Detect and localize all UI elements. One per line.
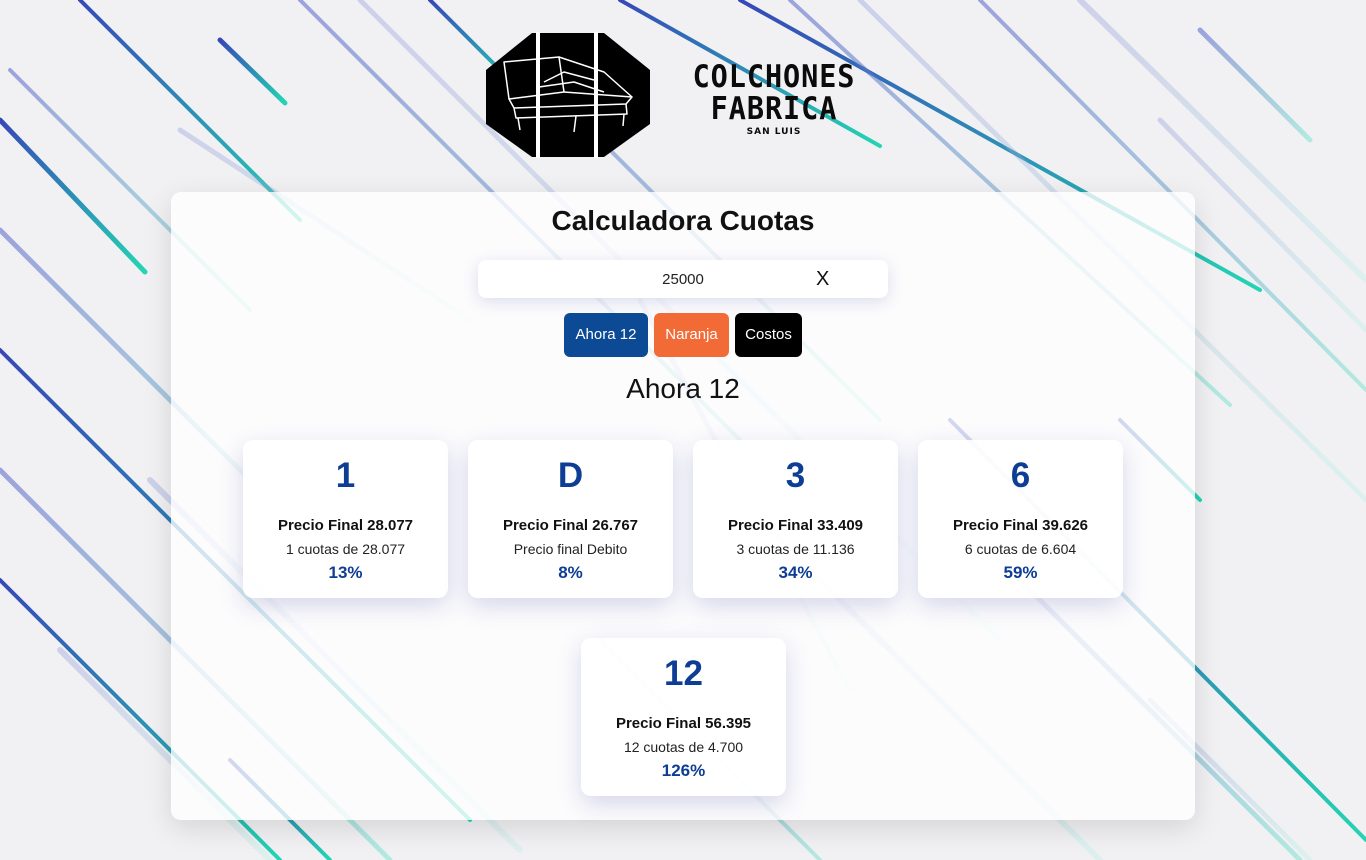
- plan-percent: 34%: [778, 563, 813, 582]
- plan-detail: Precio final Debito: [513, 541, 628, 557]
- plan-detail: 6 cuotas de 6.604: [964, 541, 1077, 557]
- plan-final-price: Precio Final 56.395: [615, 715, 752, 732]
- plan-final-price: Precio Final 26.767: [502, 517, 639, 534]
- plan-number: D: [557, 456, 584, 495]
- plan-card-6: 6 Precio Final 39.626 6 cuotas de 6.604 …: [918, 440, 1123, 598]
- brand-line-1: COLCHONES: [692, 59, 856, 95]
- brand-line-3: SAN LUIS: [746, 127, 802, 137]
- amount-field: X: [478, 260, 888, 298]
- costos-button[interactable]: Costos: [735, 313, 802, 357]
- plan-percent: 8%: [558, 563, 583, 582]
- plan-detail: 1 cuotas de 28.077: [285, 541, 406, 557]
- ahora12-button[interactable]: Ahora 12: [564, 313, 648, 357]
- brand-wordmark: COLCHONES FABRICA SAN LUIS: [674, 59, 874, 138]
- bed-logo-icon: [486, 32, 650, 158]
- plan-percent: 59%: [1003, 563, 1038, 582]
- plan-final-price: Precio Final 39.626: [952, 517, 1089, 534]
- page-title: Calculadora Cuotas: [551, 205, 815, 236]
- plan-card-3: 3 Precio Final 33.409 3 cuotas de 11.136…: [693, 440, 898, 598]
- plan-number: 1: [335, 456, 356, 495]
- brand-logo: COLCHONES FABRICA SAN LUIS: [484, 32, 874, 160]
- plan-percent: 13%: [328, 563, 363, 582]
- brand-line-2: FABRICA: [710, 91, 838, 127]
- plan-detail: 3 cuotas de 11.136: [736, 541, 855, 557]
- plan-final-price: Precio Final 33.409: [727, 517, 864, 534]
- plan-percent: 126%: [661, 761, 706, 780]
- section-title: Ahora 12: [626, 373, 740, 404]
- naranja-button[interactable]: Naranja: [654, 313, 729, 357]
- clear-amount-button[interactable]: X: [816, 268, 829, 291]
- plan-card-debit: D Precio Final 26.767 Precio final Debit…: [468, 440, 673, 598]
- plan-card-12: 12 Precio Final 56.395 12 cuotas de 4.70…: [581, 638, 786, 796]
- plan-final-price: Precio Final 28.077: [277, 517, 414, 534]
- plan-number: 12: [664, 654, 703, 693]
- plan-card-1: 1 Precio Final 28.077 1 cuotas de 28.077…: [243, 440, 448, 598]
- plan-detail: 12 cuotas de 4.700: [623, 739, 744, 755]
- plan-number: 3: [785, 456, 806, 495]
- plan-number: 6: [1010, 456, 1031, 495]
